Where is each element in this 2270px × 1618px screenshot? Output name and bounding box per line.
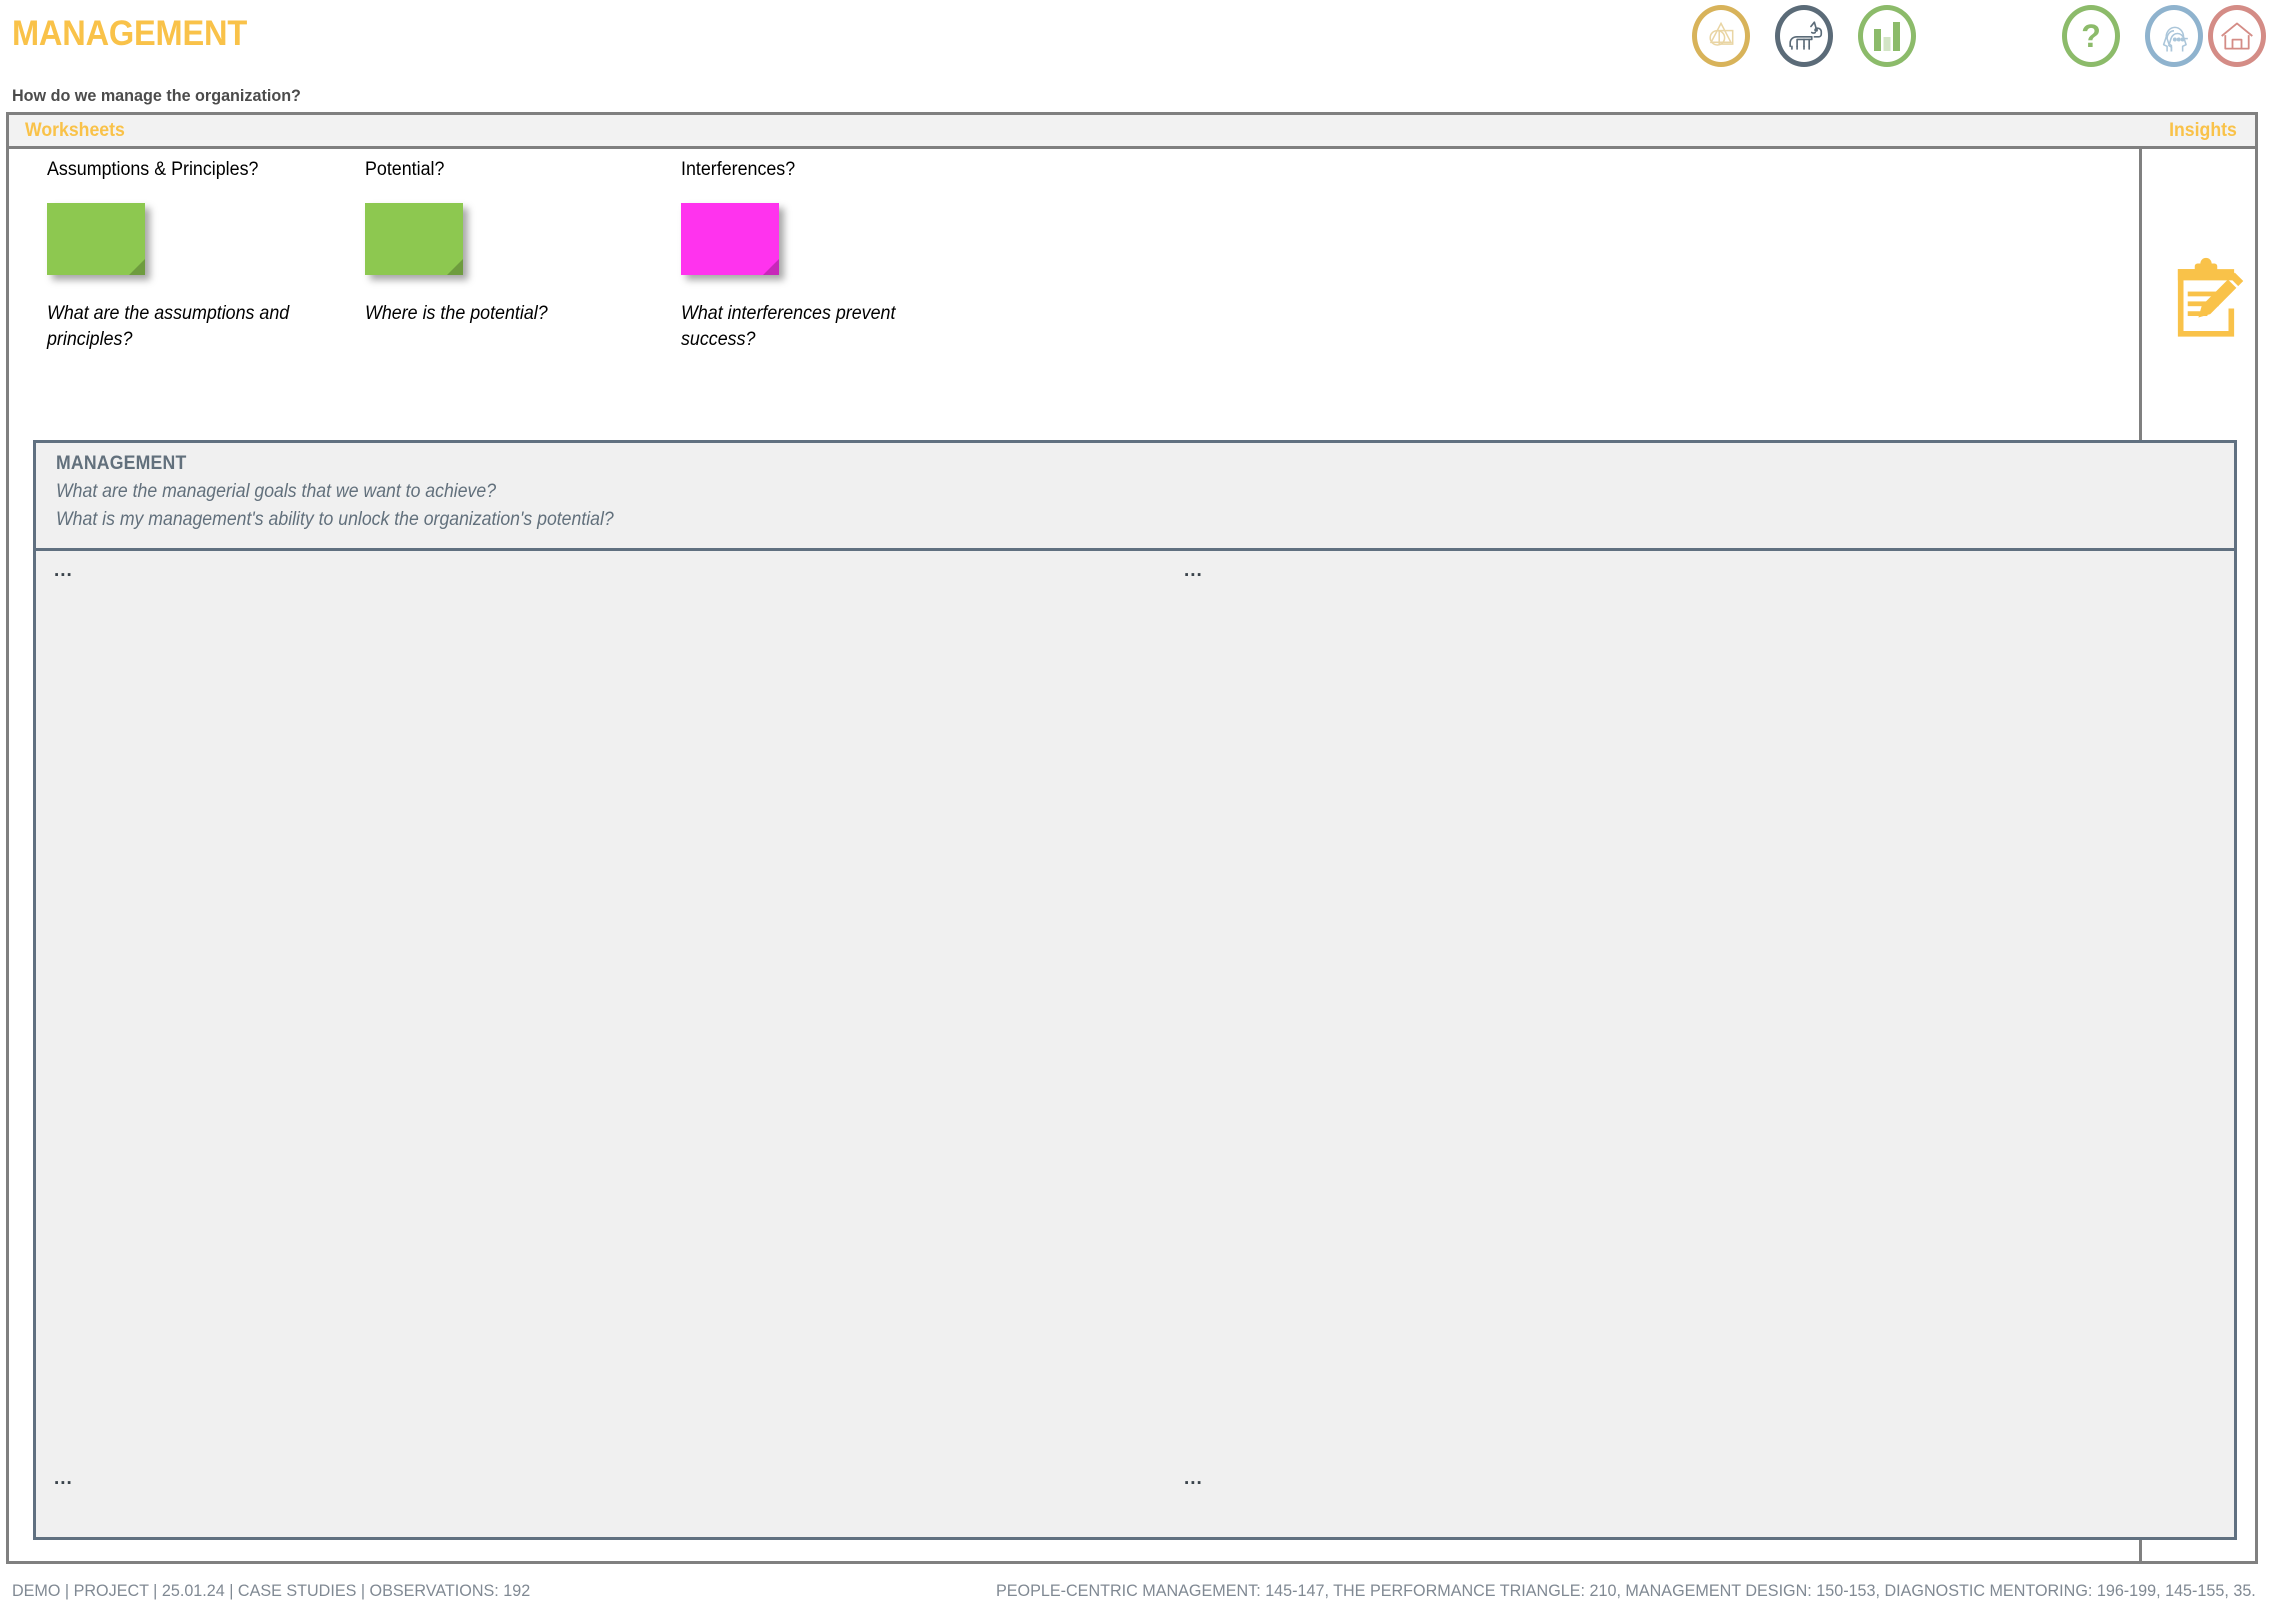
worksheet-card-title: Assumptions & Principles? (47, 159, 259, 180)
worksheet-card-caption: Where is the potential? (365, 303, 548, 324)
bar-chart-icon[interactable] (1858, 5, 1916, 67)
home-icon[interactable] (2208, 5, 2266, 67)
worksheet-card[interactable]: Potential? Where is the potential? (365, 159, 665, 327)
ellipsis-marker[interactable]: ... (1184, 1469, 1203, 1488)
worksheet-card-list: Assumptions & Principles? What are the as… (9, 149, 2139, 399)
panel-title: MANAGEMENT (56, 453, 187, 474)
ellipsis-marker[interactable]: ... (54, 561, 73, 580)
sticky-note[interactable] (365, 203, 463, 275)
page-title: MANAGEMENT (12, 14, 248, 53)
management-panel: MANAGEMENT What are the managerial goals… (33, 440, 2237, 1540)
panel-question-2: What is my management's ability to unloc… (56, 509, 614, 530)
sticky-note[interactable] (681, 203, 779, 275)
panel-question-1: What are the managerial goals that we wa… (56, 481, 497, 502)
content-frame: Worksheets Insights Assumptions & Princi… (6, 112, 2258, 1564)
svg-text:?: ? (2081, 18, 2101, 54)
sticky-note[interactable] (47, 203, 145, 275)
clipboard-pencil-icon[interactable] (2161, 255, 2251, 345)
panel-header: MANAGEMENT What are the managerial goals… (36, 443, 2234, 551)
worksheet-card-title: Potential? (365, 159, 445, 180)
ellipsis-marker[interactable]: ... (1184, 561, 1203, 580)
page-footer: DEMO | PROJECT | 25.01.24 | CASE STUDIES… (0, 1576, 2270, 1618)
panel-body[interactable]: ............ (36, 551, 2234, 1537)
worksheet-card-caption: What are the assumptions and principles? (47, 303, 290, 351)
worksheet-card[interactable]: Assumptions & Principles? What are the as… (47, 159, 347, 353)
tab-worksheets[interactable]: Worksheets (25, 120, 125, 142)
footer-references: PEOPLE-CENTRIC MANAGEMENT: 145-147, THE … (996, 1581, 2256, 1600)
footer-meta: DEMO | PROJECT | 25.01.24 | CASE STUDIES… (12, 1581, 531, 1600)
page-header: MANAGEMENT How do we manage the organiza… (0, 0, 2270, 105)
section-tab-bar: Worksheets Insights (9, 115, 2255, 149)
worksheet-card[interactable]: Interferences? What interferences prevent… (681, 159, 961, 353)
tab-insights[interactable]: Insights (2169, 120, 2237, 142)
worksheet-card-title: Interferences? (681, 159, 796, 180)
worksheet-card-caption: What interferences prevent success? (681, 303, 896, 351)
people-icon[interactable] (2145, 5, 2203, 67)
page-subtitle: How do we manage the organization? (12, 86, 301, 105)
help-icon[interactable]: ? (2062, 5, 2120, 67)
shapes-icon[interactable] (1692, 5, 1750, 67)
ellipsis-marker[interactable]: ... (54, 1469, 73, 1488)
dog-icon[interactable] (1775, 5, 1833, 67)
